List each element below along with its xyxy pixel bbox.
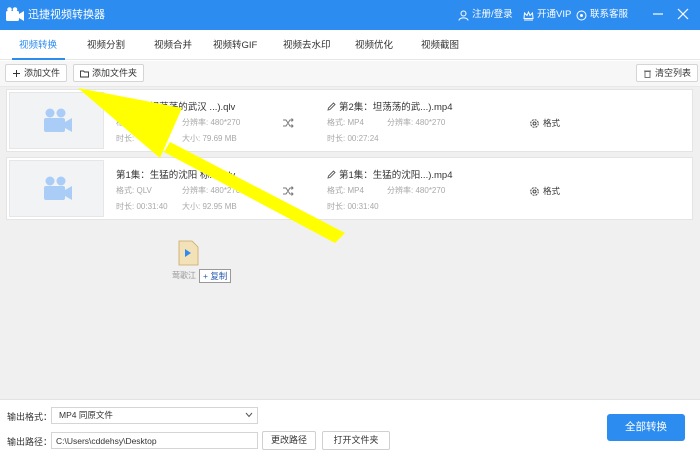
crown-icon bbox=[523, 10, 534, 20]
login-link[interactable]: 注册/登录 bbox=[458, 8, 513, 22]
dragged-file-label: 莺歌江 bbox=[172, 271, 196, 280]
gear-icon bbox=[530, 186, 539, 196]
support-label: 联系客服 bbox=[590, 9, 629, 20]
target-file-name-label: 第2集：坦荡荡的武...).mp4 bbox=[339, 102, 453, 113]
video-camera-icon bbox=[43, 176, 72, 200]
file-list: 第2集：坦荡荡的武汉 ...).qlv 格式: QLV 分辨率: 480*270… bbox=[0, 87, 700, 399]
file-row[interactable]: 第1集：生猛的沈阳 标...).qlv 格式: QLV 分辨率: 480*270… bbox=[6, 157, 693, 220]
source-size: 大小: 79.69 MB bbox=[182, 134, 237, 143]
target-duration: 时长: 00:27:24 bbox=[327, 134, 379, 143]
edit-pencil-icon bbox=[327, 169, 336, 179]
close-icon[interactable] bbox=[677, 8, 689, 20]
add-file-button[interactable]: 添加文件 bbox=[5, 64, 68, 82]
plus-icon bbox=[13, 69, 20, 77]
source-duration: 时长: bbox=[116, 134, 135, 143]
clear-list-button[interactable]: 清空列表 bbox=[636, 64, 699, 82]
target-duration: 时长: 00:31:40 bbox=[327, 202, 379, 211]
tab-video-merge[interactable]: 视频合并 bbox=[154, 39, 192, 52]
output-format-label: 输出格式： bbox=[7, 412, 53, 422]
support-link[interactable]: 联系客服 bbox=[576, 8, 628, 22]
drag-copy-tooltip: + 复制 bbox=[199, 269, 232, 283]
tab-video-optimize[interactable]: 视频优化 bbox=[355, 39, 393, 52]
video-thumbnail bbox=[9, 160, 104, 217]
add-folder-label: 添加文件夹 bbox=[92, 68, 138, 78]
target-file-name-label: 第1集：生猛的沈阳...).mp4 bbox=[339, 170, 453, 181]
format-button-label: 格式 bbox=[543, 186, 561, 196]
target-file-name[interactable]: 第1集：生猛的沈阳...).mp4 bbox=[327, 167, 453, 181]
target-file-name[interactable]: 第2集：坦荡荡的武...).mp4 bbox=[327, 99, 453, 113]
folder-icon bbox=[80, 70, 89, 77]
source-format: 格式: QLV bbox=[116, 118, 152, 127]
convert-all-button[interactable]: 全部转换 bbox=[607, 414, 685, 441]
gear-icon bbox=[530, 118, 539, 128]
file-row[interactable]: 第2集：坦荡荡的武汉 ...).qlv 格式: QLV 分辨率: 480*270… bbox=[6, 89, 693, 152]
login-label: 注册/登录 bbox=[472, 9, 513, 20]
add-folder-button[interactable]: 添加文件夹 bbox=[73, 64, 145, 82]
source-format: 格式: QLV bbox=[116, 186, 152, 195]
output-panel: 输出格式： MP4 同原文件 输出路径： 更改路径 打开文件夹 全部转换 bbox=[0, 399, 700, 458]
target-resolution: 分辨率: 480*270 bbox=[387, 118, 446, 127]
app-title: 迅捷视频转换器 bbox=[28, 9, 105, 21]
video-thumbnail bbox=[9, 92, 104, 149]
convert-arrow-icon bbox=[283, 186, 294, 196]
dragged-file-icon bbox=[178, 240, 199, 266]
user-icon bbox=[458, 10, 469, 21]
source-resolution: 分辨率: 480*270 bbox=[182, 118, 241, 127]
vip-label: 开通VIP bbox=[537, 9, 572, 20]
tab-bar: 视频转换 视频分割 视频合并 视频转GIF 视频去水印 视频优化 视频截图 bbox=[0, 30, 700, 60]
format-settings-button[interactable]: 格式 bbox=[529, 117, 560, 129]
tab-video-to-gif[interactable]: 视频转GIF bbox=[213, 39, 257, 52]
output-format-select[interactable]: MP4 同原文件 bbox=[51, 407, 258, 424]
support-icon bbox=[576, 10, 587, 20]
toolbar: 添加文件 添加文件夹 清空列表 bbox=[0, 61, 700, 87]
source-size: 大小: 92.95 MB bbox=[182, 202, 237, 211]
target-resolution: 分辨率: 480*270 bbox=[387, 186, 446, 195]
app-logo-icon bbox=[6, 7, 24, 21]
tab-video-convert[interactable]: 视频转换 bbox=[19, 39, 57, 52]
format-button-label: 格式 bbox=[543, 118, 561, 128]
title-bar: 迅捷视频转换器 注册/登录 开通VIP 联系客服 bbox=[0, 0, 700, 30]
source-resolution: 分辨率: 480*270 bbox=[182, 186, 241, 195]
minimize-icon[interactable] bbox=[652, 8, 664, 20]
edit-pencil-icon bbox=[327, 101, 336, 111]
format-settings-button[interactable]: 格式 bbox=[529, 185, 560, 197]
target-format: 格式: MP4 bbox=[327, 186, 364, 195]
tab-video-split[interactable]: 视频分割 bbox=[87, 39, 125, 52]
open-folder-button[interactable]: 打开文件夹 bbox=[322, 431, 390, 450]
tab-video-remove-watermark[interactable]: 视频去水印 bbox=[283, 39, 331, 52]
source-duration: 时长: 00:31:40 bbox=[116, 202, 168, 211]
add-file-label: 添加文件 bbox=[24, 68, 61, 78]
change-path-button[interactable]: 更改路径 bbox=[262, 431, 316, 450]
output-path-label: 输出路径： bbox=[7, 437, 53, 447]
target-format: 格式: MP4 bbox=[327, 118, 364, 127]
source-file-name: 第2集：坦荡荡的武汉 ...).qlv bbox=[116, 102, 236, 113]
chevron-down-icon bbox=[245, 412, 253, 418]
trash-icon bbox=[644, 70, 651, 78]
clear-list-label: 清空列表 bbox=[655, 68, 692, 78]
convert-arrow-icon bbox=[283, 118, 294, 128]
vip-link[interactable]: 开通VIP bbox=[523, 8, 571, 22]
active-tab-indicator bbox=[12, 58, 65, 60]
video-camera-icon bbox=[43, 108, 72, 132]
output-format-value: MP4 同原文件 bbox=[59, 410, 113, 420]
source-file-name: 第1集：生猛的沈阳 标...).qlv bbox=[116, 170, 236, 181]
output-path-field[interactable] bbox=[51, 432, 258, 449]
tab-video-screenshot[interactable]: 视频截图 bbox=[421, 39, 459, 52]
